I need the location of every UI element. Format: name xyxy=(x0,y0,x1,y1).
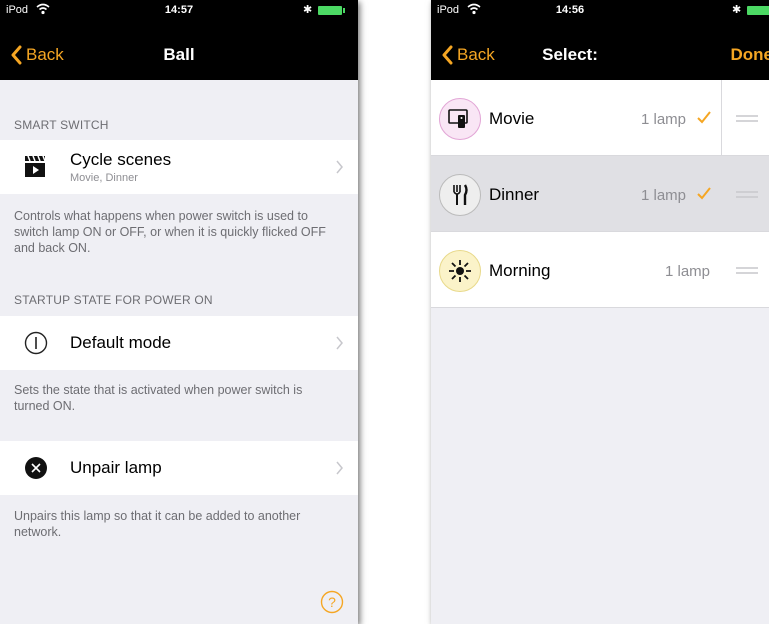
scene-name: Dinner xyxy=(489,185,540,204)
right-phone-screen: iPod 14:56 ✱ Back Select: Done Movie 1 l… xyxy=(431,0,769,624)
scene-row-morning[interactable]: Morning 1 lamp xyxy=(431,232,769,308)
chevron-right-icon xyxy=(336,160,343,174)
cycle-scenes-title: Cycle scenes xyxy=(70,150,172,169)
close-circle-icon xyxy=(25,457,47,479)
scene-name: Morning xyxy=(489,261,551,280)
battery-icon xyxy=(747,6,769,15)
smart-switch-description: Controls what happens when power switch … xyxy=(14,209,326,255)
drag-handle-icon[interactable] xyxy=(736,114,758,123)
fork-knife-icon xyxy=(439,174,481,216)
cycle-scenes-cell[interactable]: Cycle scenes Movie, Dinner xyxy=(0,140,358,194)
unpair-lamp-cell[interactable]: Unpair lamp xyxy=(0,441,358,495)
page-title: Ball xyxy=(163,45,195,64)
checkmark-icon xyxy=(697,187,711,200)
drag-handle-icon[interactable] xyxy=(736,266,758,275)
navigation-bar: Back Select: Done xyxy=(431,20,769,80)
question-circle-icon[interactable]: ? xyxy=(320,590,344,614)
lamp-count: 1 lamp xyxy=(665,263,711,280)
navigation-bar: Back Ball xyxy=(0,20,358,80)
chevron-right-icon xyxy=(336,461,343,475)
scene-row-movie[interactable]: Movie 1 lamp xyxy=(431,80,769,156)
lamp-count: 1 lamp xyxy=(641,111,687,128)
page-title: Select: xyxy=(542,45,598,64)
default-mode-cell[interactable]: Default mode xyxy=(0,316,358,370)
unpair-lamp-title: Unpair lamp xyxy=(70,458,162,477)
bluetooth-icon: ✱ xyxy=(732,4,742,16)
drag-handle-icon[interactable] xyxy=(736,190,758,199)
unpair-description: Unpairs this lamp so that it can be adde… xyxy=(14,509,301,539)
status-bar: iPod 14:57 ✱ xyxy=(0,0,358,20)
startup-description: Sets the state that is activated when po… xyxy=(14,383,303,413)
sun-icon xyxy=(439,250,481,292)
lamp-count: 1 lamp xyxy=(641,187,687,204)
row-separator xyxy=(431,307,769,308)
bluetooth-icon: ✱ xyxy=(303,4,313,16)
battery-icon xyxy=(318,6,342,15)
cycle-scenes-subtitle: Movie, Dinner xyxy=(70,172,138,184)
svg-text:?: ? xyxy=(328,594,336,610)
clapperboard-icon xyxy=(25,155,46,177)
checkmark-icon xyxy=(697,111,711,124)
chevron-right-icon xyxy=(336,336,343,350)
battery-tip xyxy=(343,8,345,13)
tv-remote-icon xyxy=(439,98,481,140)
section-header-smart-switch: SMART SWITCH xyxy=(14,118,109,132)
done-button[interactable]: Done xyxy=(731,45,769,65)
default-mode-title: Default mode xyxy=(70,333,172,352)
scene-row-dinner[interactable]: Dinner 1 lamp xyxy=(431,156,769,232)
left-phone-screen: iPod 14:57 ✱ Back Ball SMART SWITCH Cycl… xyxy=(0,0,358,624)
row-divider xyxy=(721,80,722,156)
status-time: 14:56 xyxy=(555,4,585,16)
status-bar: iPod 14:56 ✱ xyxy=(431,0,769,20)
power-circle-icon xyxy=(24,331,48,355)
section-header-startup: STARTUP STATE FOR POWER ON xyxy=(14,293,213,307)
scene-name: Movie xyxy=(489,109,535,128)
